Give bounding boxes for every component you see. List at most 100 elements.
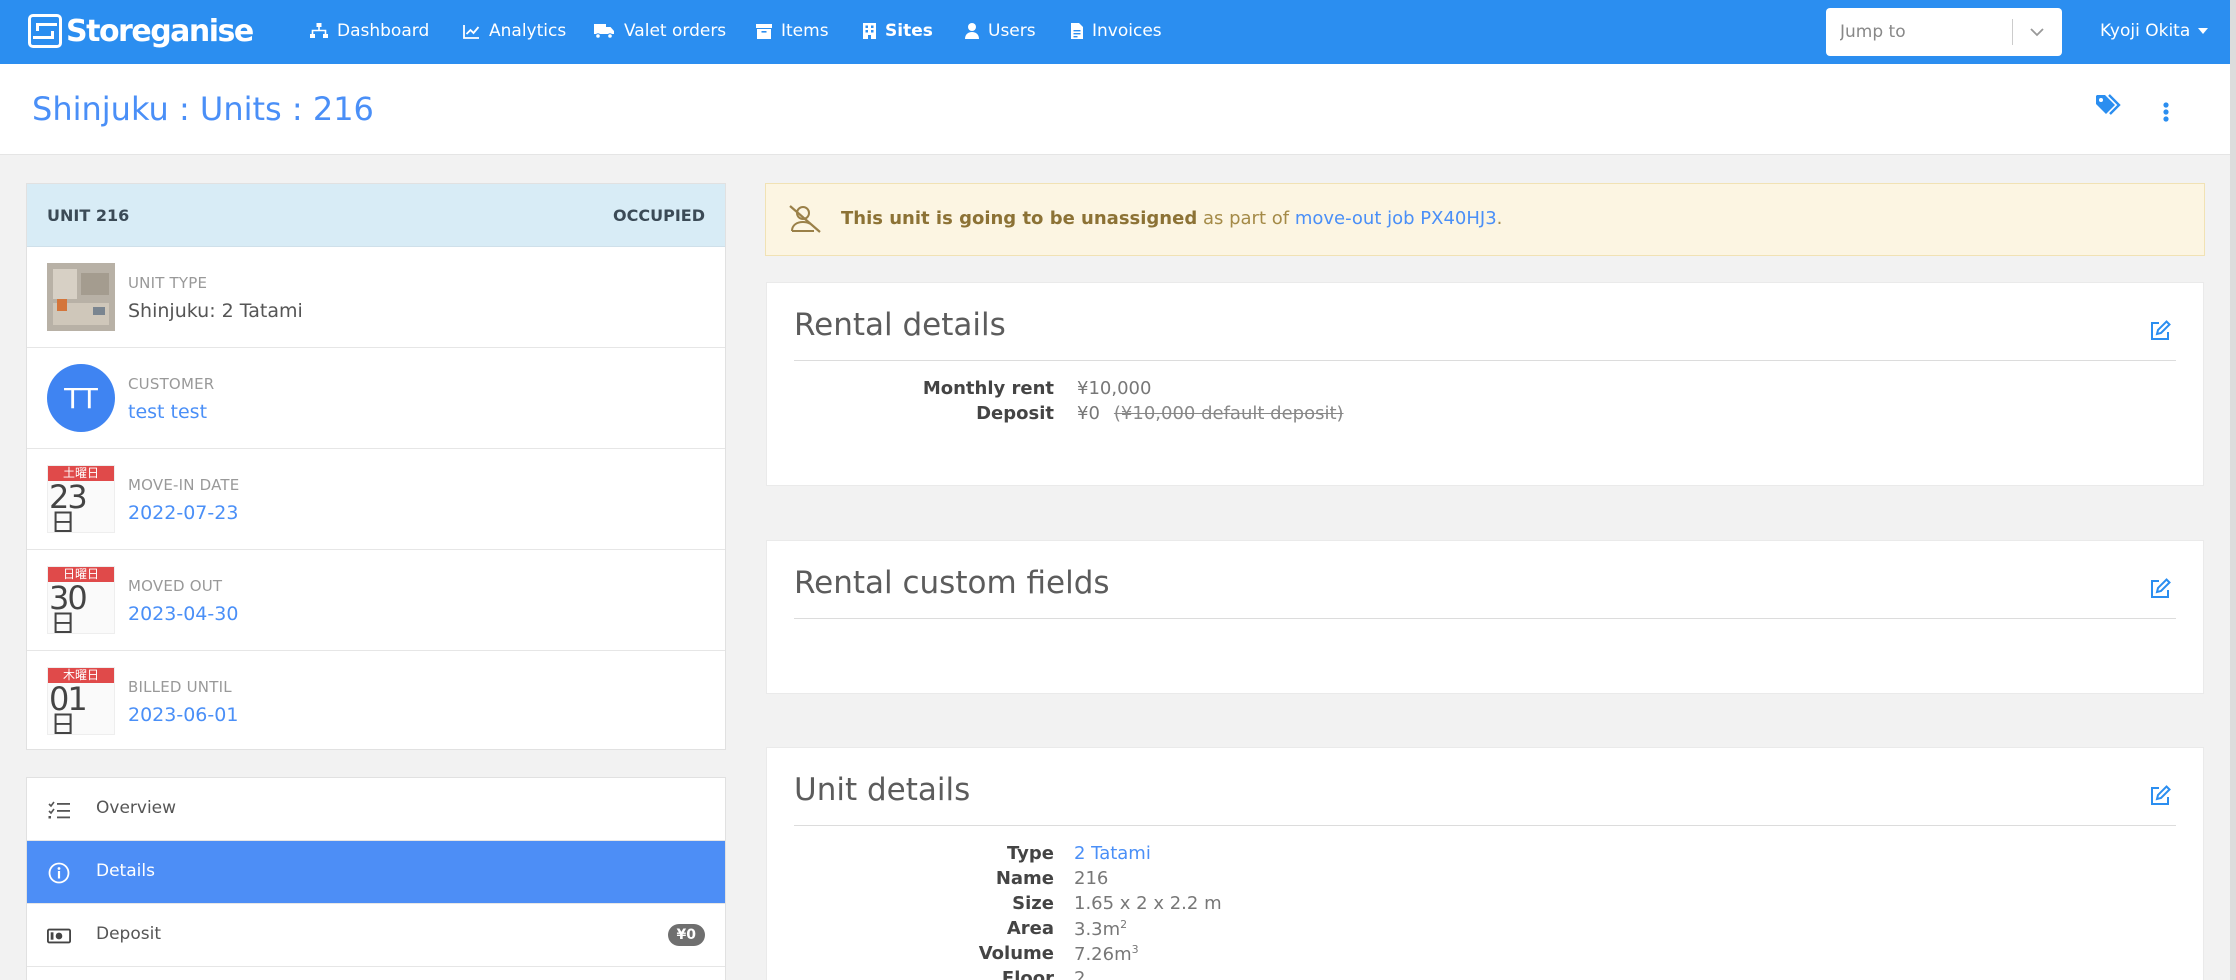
detail-type-link[interactable]: 2 Tatami (1074, 843, 1151, 864)
detail-volume-value-group: 7.26m3 (1074, 943, 1139, 965)
building-icon (863, 23, 876, 39)
detail-size-value: 1.65 x 2 x 2.2 m (1074, 893, 1222, 914)
top-navbar: Storeganise Dashboard Analytics Valet or… (0, 0, 2236, 64)
nav-dashboard-label: Dashboard (337, 21, 430, 41)
nav-valet-orders-label: Valet orders (624, 21, 727, 41)
archive-box-icon (756, 23, 772, 39)
billed-until-link[interactable]: 2023-06-01 (128, 704, 238, 726)
deposit-row: Deposit ¥0 (¥10,000 default deposit) (794, 403, 2094, 428)
deposit-label: Deposit (976, 403, 1054, 424)
jump-to-input[interactable] (1826, 8, 2012, 56)
unit-floor-detail-row: Floor 2 (794, 968, 2094, 980)
unit-floorplan-image (47, 263, 115, 331)
info-circle-icon (47, 861, 71, 885)
nav-sites-label: Sites (885, 21, 933, 41)
moved-out-label: Moved out (128, 577, 223, 595)
detail-volume-unit-exponent: 3 (1131, 943, 1139, 956)
detail-area-unit-exponent: 2 (1120, 918, 1128, 931)
nav-invoices-label: Invoices (1092, 21, 1162, 41)
nav-users[interactable]: Users (965, 0, 1036, 62)
unit-heading: UNIT 216 (47, 205, 130, 225)
move-out-job-link[interactable]: move-out job PX40HJ3 (1295, 208, 1497, 229)
move-in-date-row: 土曜日 23 日 Move-in date 2022-07-23 (27, 449, 725, 550)
panel-divider (794, 618, 2176, 619)
nav-analytics-label: Analytics (489, 21, 567, 41)
page-header: Shinjuku : Units : 216 (0, 64, 2230, 155)
detail-area-label: Area (1006, 918, 1054, 939)
nav-invoices[interactable]: Invoices (1071, 0, 1162, 62)
customer-link[interactable]: test test (128, 401, 207, 423)
detail-name-value: 216 (1074, 868, 1109, 889)
storeganise-logo-icon (28, 14, 62, 48)
customer-initials: TT (47, 364, 115, 432)
user-icon (965, 23, 979, 39)
customer-label: Customer (128, 375, 215, 393)
brand-name: Storeganise (66, 13, 254, 49)
nav-dashboard[interactable]: Dashboard (310, 0, 429, 62)
rental-details-list: Monthly rent ¥10,000 Deposit ¥0 (¥10,000 … (794, 378, 2094, 428)
nav-valet-orders[interactable]: Valet orders (594, 0, 726, 62)
moved-out-row: 日曜日 30 日 Moved out 2023-04-30 (27, 550, 725, 651)
jump-to-select[interactable] (1826, 8, 2062, 56)
panel-divider (794, 360, 2176, 361)
tab-overview-label: Overview (96, 798, 177, 818)
unit-type-label: Unit type (128, 274, 208, 292)
rental-details-panel: Rental details Monthly rent ¥10,000 Depo… (766, 282, 2204, 486)
jump-to-separator (2012, 19, 2013, 45)
detail-name-label: Name (995, 868, 1054, 889)
detail-type-label: Type (1007, 843, 1054, 864)
billed-until-row: 木曜日 01 日 Billed until 2023-06-01 (27, 651, 725, 752)
monthly-rent-value: ¥10,000 (1077, 378, 1152, 399)
nav-sites[interactable]: Sites (863, 0, 933, 62)
tab-deposit-label: Deposit (96, 924, 161, 944)
monthly-rent-label: Monthly rent (922, 378, 1054, 399)
edit-rental-custom-fields-icon[interactable] (2150, 577, 2172, 603)
more-vertical-icon[interactable] (2163, 102, 2169, 126)
tab-details[interactable]: Details (27, 841, 725, 904)
tab-deposit[interactable]: Deposit ¥0 (27, 904, 725, 967)
detail-floor-label: Floor (1001, 968, 1054, 980)
tags-icon[interactable] (2096, 94, 2122, 120)
deposit-amount-badge: ¥0 (667, 924, 705, 946)
unit-type-detail-row: Type 2 Tatami (794, 843, 2094, 868)
customer-avatar: TT (47, 364, 115, 432)
move-in-date-link[interactable]: 2022-07-23 (128, 502, 238, 524)
calendar-day-suffix: 日 (50, 509, 77, 533)
calendar-day-suffix: 日 (50, 711, 77, 735)
caret-down-icon (2198, 28, 2209, 34)
unassign-warning-alert: This unit is going to be unassigned as p… (765, 183, 2205, 256)
chart-line-icon (463, 24, 480, 39)
deposit-value: ¥0 (1077, 403, 1100, 424)
calendar-icon: 木曜日 01 日 (47, 667, 115, 735)
detail-volume-value: 7.26m (1074, 944, 1132, 965)
sitemap-icon (310, 23, 328, 38)
alert-strong-text: This unit is going to be unassigned (841, 208, 1198, 229)
edit-rental-details-icon[interactable] (2150, 319, 2172, 345)
unit-name-detail-row: Name 216 (794, 868, 2094, 893)
detail-area-value-group: 3.3m2 (1074, 918, 1127, 940)
unit-type-row: Unit type Shinjuku: 2 Tatami (27, 247, 725, 348)
nav-items-label: Items (781, 21, 829, 41)
move-in-date-label: Move-in date (128, 476, 240, 494)
user-slash-icon (788, 204, 822, 238)
nav-items[interactable]: Items (756, 0, 829, 62)
unit-status-badge: OCCUPIED (613, 205, 705, 225)
unit-volume-detail-row: Volume 7.26m3 (794, 943, 2094, 968)
nav-analytics[interactable]: Analytics (463, 0, 566, 62)
unit-details-list: Type 2 Tatami Name 216 Size 1.65 x 2 x 2… (794, 843, 2094, 980)
brand-logo[interactable]: Storeganise (28, 13, 254, 49)
unit-size-detail-row: Size 1.65 x 2 x 2.2 m (794, 893, 2094, 918)
chevron-down-icon[interactable] (2022, 20, 2052, 44)
edit-unit-details-icon[interactable] (2150, 784, 2172, 810)
panel-divider (794, 825, 2176, 826)
rental-custom-fields-title: Rental custom fields (794, 565, 1110, 601)
user-menu[interactable]: Kyoji Okita (2100, 0, 2209, 62)
page-title: Shinjuku : Units : 216 (32, 90, 374, 128)
unit-area-detail-row: Area 3.3m2 (794, 918, 2094, 943)
moved-out-link[interactable]: 2023-04-30 (128, 603, 238, 625)
rental-details-title: Rental details (794, 307, 1006, 343)
list-check-icon (47, 798, 71, 822)
tab-overview[interactable]: Overview (27, 778, 725, 841)
page-scrollbar[interactable] (2230, 0, 2236, 980)
detail-volume-label: Volume (978, 943, 1054, 964)
